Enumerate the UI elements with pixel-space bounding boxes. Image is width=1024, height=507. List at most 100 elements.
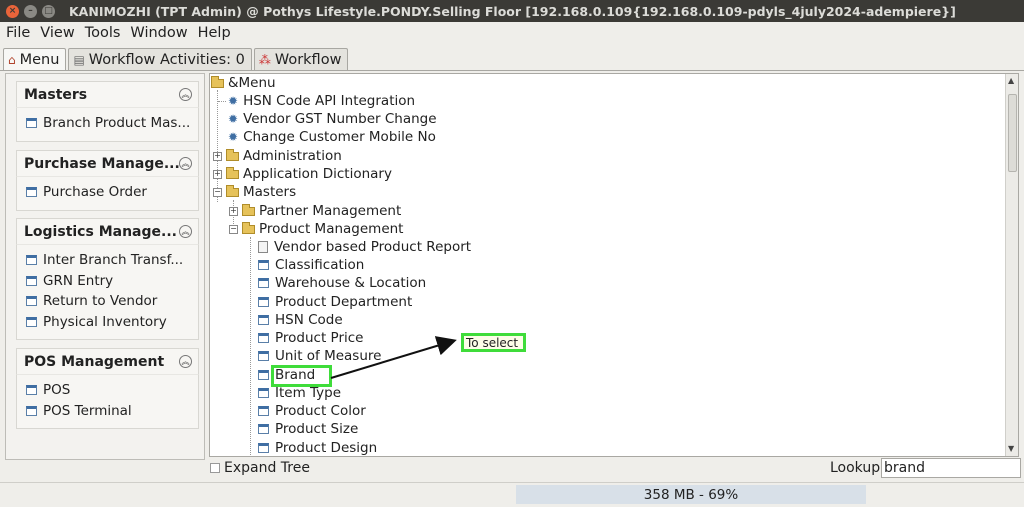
folder-icon [226, 148, 239, 161]
sidebar-item-return-to-vendor[interactable]: Return to Vendor [17, 291, 198, 312]
tree-node-warehouse-location[interactable]: Warehouse & Location [258, 274, 426, 292]
tree-scrollbar[interactable]: ▲ ▼ [1005, 74, 1018, 456]
tree-node-masters[interactable]: − Masters [213, 183, 296, 201]
sidebar-item-pos-terminal[interactable]: POS Terminal [17, 401, 198, 422]
expand-icon[interactable]: + [213, 151, 222, 161]
home-icon: ⌂ [8, 52, 16, 67]
window-icon [258, 443, 269, 453]
menu-view[interactable]: View [40, 25, 74, 41]
menu-tree[interactable]: &Menu ✹ HSN Code API Integration ✹ Vendo… [209, 73, 1019, 457]
tree-node-label: Warehouse & Location [275, 275, 427, 291]
tree-node-product-design[interactable]: Product Design [258, 439, 377, 456]
window-title: KANIMOZHI (TPT Admin) @ Pothys Lifestyle… [69, 3, 956, 19]
scroll-up-icon[interactable]: ▲ [1008, 76, 1014, 85]
collapse-icon[interactable]: ︽ [179, 157, 192, 170]
group-header[interactable]: Logistics Manage... ︽ [16, 218, 199, 244]
workflow-icon: ⁂ [258, 52, 271, 67]
expand-icon[interactable]: + [213, 169, 222, 179]
group-title: POS Management [24, 353, 165, 370]
group-header[interactable]: Purchase Manage... ︽ [16, 150, 199, 176]
tab-workflow[interactable]: ⁂ Workflow [253, 48, 349, 70]
sidebar-item-inter-branch-transfer[interactable]: Inter Branch Transf... [17, 250, 198, 271]
tree-footer: Expand Tree Lookup brand [0, 458, 1024, 479]
group-header[interactable]: POS Management ︽ [16, 348, 199, 374]
gear-icon: ✹ [228, 130, 239, 144]
window-icon [258, 351, 269, 361]
minimize-icon[interactable]: – [24, 4, 37, 18]
window-icon [258, 424, 269, 434]
tree-node-label: Item Type [275, 385, 342, 401]
menu-file[interactable]: File [6, 25, 30, 41]
collapse-icon[interactable]: − [213, 187, 222, 197]
tree-root[interactable]: &Menu [211, 74, 276, 92]
collapse-icon[interactable]: − [229, 224, 238, 234]
tree-node-unit-of-measure[interactable]: Unit of Measure [258, 347, 381, 365]
lookup-input[interactable]: brand [881, 458, 1021, 478]
tree-node-label: &Menu [228, 75, 276, 91]
group-header[interactable]: Masters ︽ [16, 81, 199, 107]
close-icon[interactable]: × [6, 4, 19, 18]
tree-node-vendor-based-product-report[interactable]: Vendor based Product Report [258, 238, 471, 256]
expand-tree-checkbox[interactable] [210, 463, 220, 473]
collapse-icon[interactable]: ︽ [179, 355, 192, 368]
scroll-thumb[interactable] [1008, 94, 1017, 172]
sidebar-item-label: Purchase Order [43, 184, 147, 201]
tree-node-product-color[interactable]: Product Color [258, 402, 366, 420]
sidebar-item-branch-product-master[interactable]: Branch Product Mas... [17, 113, 198, 134]
tab-menu[interactable]: ⌂ Menu [3, 48, 67, 70]
window-icon [26, 405, 37, 416]
maximize-icon[interactable]: □ [42, 4, 55, 18]
collapse-icon[interactable]: ︽ [179, 225, 192, 238]
window-icon [26, 255, 37, 266]
expand-tree-label[interactable]: Expand Tree [224, 460, 310, 476]
sidebar-item-physical-inventory[interactable]: Physical Inventory [17, 312, 198, 333]
tree-node-vendor-gst[interactable]: ✹ Vendor GST Number Change [218, 110, 437, 128]
tree-node-classification[interactable]: Classification [258, 256, 364, 274]
sidebar-item-pos[interactable]: POS [17, 380, 198, 401]
folder-icon [242, 203, 255, 216]
tree-node-label: Product Management [259, 221, 404, 237]
tree-node-partner-management[interactable]: + Partner Management [229, 202, 401, 220]
tree-node-label: Change Customer Mobile No [243, 129, 436, 145]
sidebar-item-label: Physical Inventory [43, 314, 167, 331]
sidebar-item-label: Branch Product Mas... [43, 115, 191, 132]
tree-node-label: Product Color [275, 403, 366, 419]
menu-help[interactable]: Help [198, 25, 231, 41]
folder-open-icon [211, 75, 224, 88]
tree-node-label: Product Price [275, 330, 364, 346]
tab-workflow-activities[interactable]: ▤ Workflow Activities: 0 [68, 48, 252, 70]
brand-highlight-box [271, 365, 332, 387]
collapse-icon[interactable]: ︽ [179, 88, 192, 101]
tree-node-administration[interactable]: + Administration [213, 147, 342, 165]
tree-node-label: Classification [275, 257, 365, 273]
tree-node-hsn-code[interactable]: HSN Code [258, 311, 343, 329]
menu-tools[interactable]: Tools [85, 25, 121, 41]
folder-open-icon [226, 184, 239, 197]
window-icon [26, 296, 37, 307]
expand-icon[interactable]: + [229, 206, 238, 216]
sidebar-item-purchase-order[interactable]: Purchase Order [17, 182, 198, 203]
lookup-label: Lookup [830, 460, 881, 476]
window-icon [26, 187, 37, 198]
group-title: Masters [24, 86, 88, 103]
menu-window[interactable]: Window [130, 25, 187, 41]
window-icon [258, 333, 269, 343]
tree-node-hsn-code-api[interactable]: ✹ HSN Code API Integration [218, 92, 415, 110]
tree-node-change-customer-mobile[interactable]: ✹ Change Customer Mobile No [218, 128, 436, 146]
tree-node-label: Partner Management [259, 203, 402, 219]
report-icon [258, 241, 268, 253]
list-icon: ▤ [73, 52, 85, 67]
group-pos-management: POS Management ︽ POS POS Terminal [16, 348, 199, 430]
tree-node-product-management[interactable]: − Product Management [229, 220, 403, 238]
sidebar-item-grn-entry[interactable]: GRN Entry [17, 271, 198, 292]
scroll-down-icon[interactable]: ▼ [1008, 444, 1014, 453]
tree-node-product-size[interactable]: Product Size [258, 420, 358, 438]
tree-node-product-price[interactable]: Product Price [258, 329, 363, 347]
annotation-label: To select [461, 333, 526, 352]
tree-node-application-dictionary[interactable]: + Application Dictionary [213, 165, 392, 183]
tree-node-product-department[interactable]: Product Department [258, 293, 412, 311]
menu-bar: File View Tools Window Help [0, 22, 1024, 44]
window-icon [258, 388, 269, 398]
tree-node-label: Unit of Measure [275, 348, 382, 364]
memory-status[interactable]: 358 MB - 69% [516, 485, 866, 504]
